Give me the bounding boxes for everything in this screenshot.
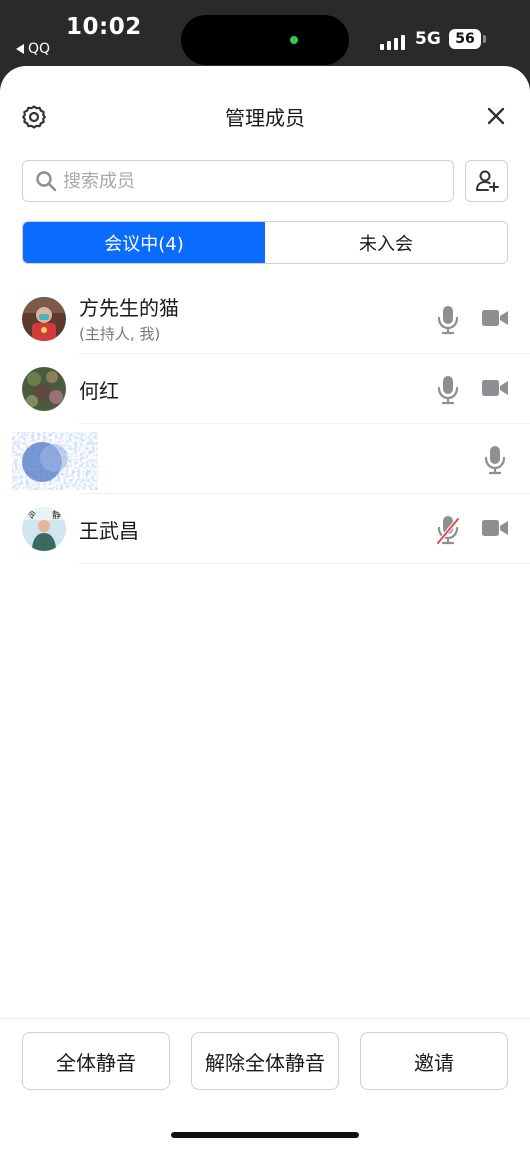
- search-icon: [36, 171, 57, 192]
- avatar: [22, 297, 66, 341]
- unmute-all-button[interactable]: 解除全体静音: [191, 1032, 339, 1090]
- video-camera-icon[interactable]: [481, 517, 509, 539]
- cellular-signal-icon: [380, 32, 405, 50]
- search-input[interactable]: [63, 170, 423, 192]
- member-tabs: 会议中(4) 未入会: [22, 221, 508, 264]
- tab-in-meeting[interactable]: 会议中(4): [23, 222, 265, 263]
- home-indicator[interactable]: [171, 1132, 359, 1138]
- redacted-avatar: [12, 428, 98, 494]
- add-person-icon: [475, 170, 499, 192]
- close-icon[interactable]: [484, 104, 508, 128]
- video-camera-icon[interactable]: [481, 377, 509, 399]
- battery-icon: 56: [449, 29, 481, 49]
- tab-not-joined[interactable]: 未入会: [265, 222, 507, 263]
- list-item[interactable]: 何红: [0, 354, 530, 424]
- dynamic-island: [181, 15, 349, 65]
- member-list: 方先生的猫 (主持人, 我) 何红 令 静 王武昌: [0, 284, 530, 564]
- status-time: 10:02: [66, 14, 142, 40]
- search-box[interactable]: [22, 160, 454, 202]
- member-name: 何红: [79, 379, 119, 403]
- svg-text:令: 令: [27, 509, 36, 521]
- list-item[interactable]: 令 静 王武昌: [0, 494, 530, 564]
- back-arrow-icon: [16, 44, 24, 54]
- avatar: 令 静: [22, 507, 66, 551]
- back-app-label: QQ: [28, 41, 51, 57]
- avatar: [22, 367, 66, 411]
- bottom-divider: [0, 1018, 530, 1019]
- mute-all-button[interactable]: 全体静音: [22, 1032, 170, 1090]
- svg-text:静: 静: [52, 509, 61, 521]
- list-item[interactable]: 方先生的猫 (主持人, 我): [0, 284, 530, 354]
- camera-indicator-icon: [290, 36, 298, 44]
- microphone-icon[interactable]: [483, 445, 507, 475]
- member-name: 方先生的猫: [79, 296, 179, 320]
- microphone-icon[interactable]: [436, 305, 460, 335]
- network-type: 5G: [415, 29, 441, 49]
- member-name: 王武昌: [79, 519, 139, 543]
- row-divider: [79, 563, 530, 564]
- status-bar: 10:02 QQ 5G 56: [0, 0, 530, 66]
- add-member-button[interactable]: [465, 160, 508, 202]
- microphone-muted-icon[interactable]: [436, 515, 460, 545]
- battery-cap: [483, 35, 486, 43]
- list-item[interactable]: [0, 424, 530, 494]
- microphone-icon[interactable]: [436, 375, 460, 405]
- battery-level: 56: [455, 31, 475, 47]
- member-role: (主持人, 我): [79, 325, 161, 343]
- back-to-app-link[interactable]: QQ: [16, 41, 50, 57]
- manage-members-sheet: 管理成员 会议中(4) 未入会: [0, 66, 530, 1150]
- invite-button[interactable]: 邀请: [360, 1032, 508, 1090]
- video-camera-icon[interactable]: [481, 307, 509, 329]
- page-title: 管理成员: [225, 106, 305, 130]
